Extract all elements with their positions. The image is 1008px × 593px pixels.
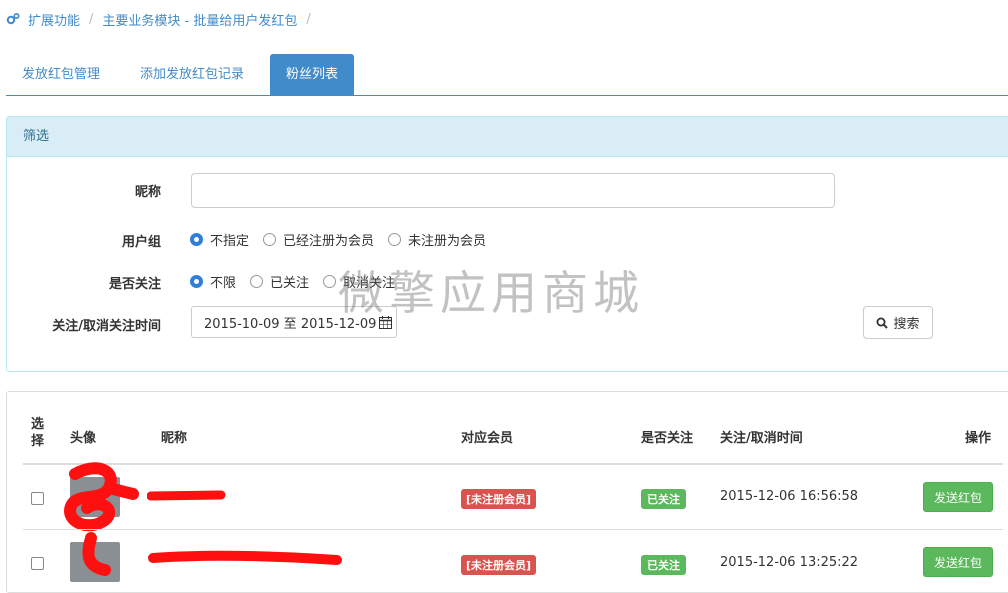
follow-time: 2015-12-06 16:56:58 — [720, 489, 859, 504]
row-divider — [23, 529, 1003, 530]
member-status-badge: [未注册会员] — [461, 489, 537, 509]
send-redpacket-button[interactable]: 发送红包 — [923, 547, 993, 577]
redaction-scribble — [64, 462, 139, 532]
tab-add-redpacket-record[interactable]: 添加发放红包记录 — [124, 54, 260, 95]
watermark: 微擎应用商城 — [338, 266, 644, 320]
follow-option-followed[interactable]: 已关注 — [250, 272, 309, 291]
group-option-unregistered[interactable]: 未注册为会员 — [388, 230, 486, 249]
column-header-action: 操作 — [965, 431, 992, 446]
gears-icon — [6, 12, 20, 25]
group-option-unspecified[interactable]: 不指定 — [190, 230, 249, 249]
column-header-time: 关注/取消时间 — [720, 431, 803, 446]
tab-bar: 发放红包管理 添加发放红包记录 粉丝列表 — [6, 54, 1008, 96]
column-header-nickname: 昵称 — [161, 431, 188, 446]
breadcrumb-separator: / — [306, 11, 311, 27]
column-header-member: 对应会员 — [461, 431, 514, 446]
radio-checked-icon[interactable] — [190, 233, 203, 246]
filter-panel-title: 筛选 — [7, 117, 1008, 157]
follow-status-badge: 已关注 — [641, 489, 686, 509]
header-divider — [23, 463, 1003, 465]
breadcrumb: 扩展功能 / 主要业务模块 - 批量给用户发红包 / — [6, 9, 320, 29]
follow-status-label: 是否关注 — [108, 277, 161, 292]
row-checkbox[interactable] — [31, 492, 44, 505]
radio-unchecked-icon[interactable] — [388, 233, 402, 246]
radio-checked-icon[interactable] — [190, 275, 203, 288]
breadcrumb-separator: / — [89, 11, 94, 27]
radio-unchecked-icon[interactable] — [250, 275, 264, 288]
follow-time: 2015-12-06 13:25:22 — [720, 555, 859, 570]
nickname-input[interactable] — [191, 173, 835, 208]
follow-status-badge: 已关注 — [641, 555, 686, 575]
tab-fans-list[interactable]: 粉丝列表 — [270, 54, 355, 95]
user-group-radio-group: 不指定 已经注册为会员 未注册为会员 — [190, 230, 500, 249]
tab-redpacket-management[interactable]: 发放红包管理 — [6, 54, 116, 95]
send-redpacket-button[interactable]: 发送红包 — [923, 482, 993, 512]
nickname-label: 昵称 — [134, 185, 161, 200]
search-icon — [876, 317, 889, 329]
radio-unchecked-icon[interactable] — [323, 275, 337, 288]
row-checkbox[interactable] — [31, 557, 44, 570]
column-header-followed: 是否关注 — [641, 431, 694, 446]
filter-panel: 筛选 昵称 用户组 不指定 已经注册为会员 未注册为会员 是否关注 不限 已关注… — [6, 116, 1008, 372]
user-group-label: 用户组 — [121, 235, 161, 250]
column-header-avatar: 头像 — [70, 431, 97, 446]
follow-time-label: 关注/取消关注时间 — [52, 319, 161, 334]
redaction-scribble — [82, 532, 111, 576]
column-header-select: 选 择 — [31, 417, 45, 449]
radio-unchecked-icon[interactable] — [263, 233, 277, 246]
breadcrumb-item-module[interactable]: 主要业务模块 - 批量给用户发红包 — [102, 10, 297, 29]
search-button-label: 搜索 — [893, 317, 920, 332]
follow-option-any[interactable]: 不限 — [190, 272, 236, 291]
search-button[interactable]: 搜索 — [863, 306, 933, 339]
member-status-badge: [未注册会员] — [461, 555, 537, 575]
group-option-registered[interactable]: 已经注册为会员 — [263, 230, 374, 249]
redaction-scribble — [147, 490, 226, 501]
redaction-scribble — [148, 550, 342, 565]
fans-table: 选 择 头像 昵称 对应会员 是否关注 关注/取消时间 操作 [未注册会员] 已… — [6, 391, 1008, 593]
breadcrumb-item-extensions[interactable]: 扩展功能 — [28, 10, 80, 29]
